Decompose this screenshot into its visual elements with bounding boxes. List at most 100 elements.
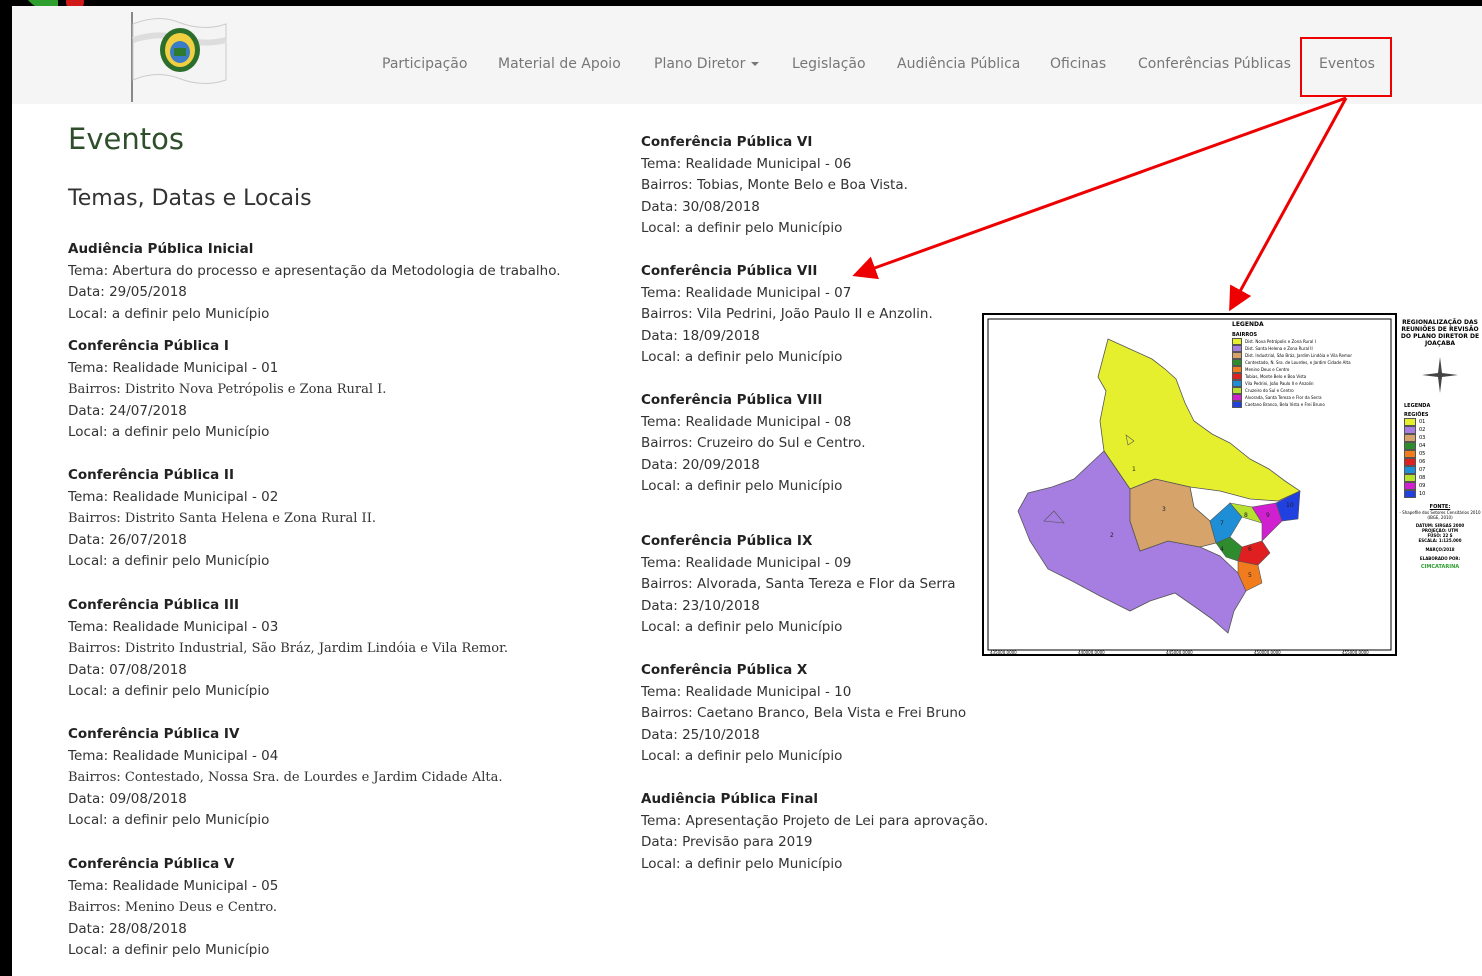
legend-label: Cruzeiro do Sul e Centro: [1245, 388, 1294, 393]
region-legend-row: 08: [1404, 474, 1482, 482]
map-region-label: 3: [1162, 506, 1166, 513]
region-legend-row: 04: [1404, 442, 1482, 450]
legend-swatch: [1232, 387, 1242, 394]
event-heading: Conferência Pública IX: [641, 533, 813, 549]
map-legend-row: Cruzeiro do Sul e Centro: [1232, 387, 1392, 394]
event-tema: Tema: Realidade Municipal - 04: [68, 747, 279, 764]
event-bairros: Bairros: Cruzeiro do Sul e Centro.: [641, 435, 866, 451]
event-local: Local: a definir pelo Município: [641, 748, 843, 764]
nav-audiencia-publica[interactable]: Audiência Pública: [897, 56, 1020, 72]
event-heading: Conferência Pública III: [68, 597, 239, 613]
legend-swatch: [1232, 338, 1242, 345]
compass-rose-icon: [1422, 357, 1458, 393]
event-bairros: Bairros: Caetano Branco, Bela Vista e Fr…: [641, 705, 967, 721]
event-conferencia-iv: Conferência Pública IV Tema: Realidade M…: [68, 724, 503, 832]
event-heading: Conferência Pública I: [68, 338, 229, 354]
event-local: Local: a definir pelo Município: [68, 812, 270, 828]
event-data: Data: 26/07/2018: [68, 531, 187, 548]
legend-swatch: [1232, 401, 1242, 408]
event-local: Local: a definir pelo Município: [68, 553, 270, 569]
region-swatch: [1404, 458, 1416, 466]
event-bairros: Bairros: Alvorada, Santa Tereza e Flor d…: [641, 576, 956, 592]
eventos-highlight-box: [1300, 37, 1392, 97]
map-x-ticks: 435000.0000 440000.0000 445000.0000 450000.…: [990, 650, 1390, 660]
event-conferencia-x: Conferência Pública X Tema: Realidade Mu…: [641, 660, 966, 768]
region-swatch: [1404, 490, 1416, 498]
map-region-label: 4: [1220, 546, 1224, 553]
event-heading: Conferência Pública X: [641, 662, 808, 678]
region-code: 06: [1419, 459, 1426, 465]
region-swatch: [1404, 434, 1416, 442]
event-heading: Conferência Pública VI: [641, 134, 813, 150]
event-conferencia-viii: Conferência Pública VIII Tema: Realidade…: [641, 390, 866, 498]
nav-participacao[interactable]: Participação: [382, 56, 467, 72]
map-legend-row: Menino Deus e Centro: [1232, 366, 1392, 373]
event-data: Data: 07/08/2018: [68, 661, 187, 678]
legend-swatch: [1232, 352, 1242, 359]
map-legend-row: Dist. Industrial, São Bráz, Jardim Lindó…: [1232, 352, 1392, 359]
map-x-tick: 440000.0000: [1078, 650, 1105, 655]
map-side-legend: LEGENDA REGIÕES 01 02 03 04 05 06 07 08 09 10: [1398, 403, 1482, 498]
event-conferencia-vii: Conferência Pública VII Tema: Realidade …: [641, 261, 933, 369]
municipal-flag-logo[interactable]: [118, 10, 230, 102]
region-legend-row: 03: [1404, 434, 1482, 442]
region-swatch: [1404, 418, 1416, 426]
event-conferencia-ii: Conferência Pública II Tema: Realidade M…: [68, 465, 376, 573]
event-tema: Tema: Realidade Municipal - 10: [641, 683, 852, 700]
nav-conferencias-publicas[interactable]: Conferências Públicas: [1138, 56, 1291, 72]
map-region-label: 2: [1110, 532, 1114, 539]
event-local: Local: a definir pelo Município: [641, 478, 843, 494]
event-tema: Tema: Realidade Municipal - 08: [641, 413, 852, 430]
event-data: Data: 25/10/2018: [641, 726, 760, 743]
map-legend-row: Contestado, N. Sra. de Lourdes, e Jardim…: [1232, 359, 1392, 366]
legend-swatch: [1232, 359, 1242, 366]
event-local: Local: a definir pelo Município: [68, 942, 270, 958]
region-code: 02: [1419, 427, 1426, 433]
event-tema: Tema: Realidade Municipal - 02: [68, 488, 279, 505]
nav-oficinas[interactable]: Oficinas: [1050, 56, 1106, 72]
legend-swatch: [1232, 380, 1242, 387]
event-local: Local: a definir pelo Município: [641, 349, 843, 365]
legend-swatch: [1232, 394, 1242, 401]
region-swatch: [1404, 442, 1416, 450]
page-title: Eventos: [68, 122, 184, 156]
event-heading: Audiência Pública Final: [641, 791, 818, 807]
map-datum-line: ESCALA: 1:125.000: [1418, 538, 1462, 543]
region-swatch: [1404, 474, 1416, 482]
event-tema: Tema: Realidade Municipal - 09: [641, 554, 852, 571]
map-region-label: 7: [1220, 520, 1224, 527]
event-bairros: Bairros: Tobias, Monte Belo e Boa Vista.: [641, 177, 908, 193]
map-legend-title: LEGENDA: [1232, 321, 1264, 328]
legend-label: Caetano Branco, Bela Vista e Frei Bruno: [1245, 402, 1325, 407]
region-legend-row: 05: [1404, 450, 1482, 458]
map-legend-row: Caetano Branco, Bela Vista e Frei Bruno: [1232, 401, 1392, 408]
nav-material-de-apoio[interactable]: Material de Apoio: [498, 56, 621, 72]
event-heading: Conferência Pública IV: [68, 726, 240, 742]
region-swatch: [1404, 482, 1416, 490]
nav-legislacao[interactable]: Legislação: [792, 56, 866, 72]
event-bairros: Bairros: Vila Pedrini, João Paulo II e A…: [641, 306, 933, 322]
event-data: Data: 23/10/2018: [641, 597, 760, 614]
region-legend-row: 09: [1404, 482, 1482, 490]
map-datum-lines: DATUM: SIRGAS 2000 PROJEÇÃO: UTM FUSO: 2…: [1398, 523, 1482, 543]
legend-label: Dist. Santa Helena e Zona Rural II: [1245, 346, 1313, 351]
event-bairros: Bairros: Contestado, Nossa Sra. de Lourd…: [68, 770, 503, 785]
event-heading: Conferência Pública V: [68, 856, 235, 872]
event-local: Local: a definir pelo Município: [641, 220, 843, 236]
event-bairros: Bairros: Distrito Nova Petrópolis e Zona…: [68, 382, 387, 397]
regional-map: 1 2 3 4 5 6 7 8 9 10 LEGENDA BAIRROS Dist. Nova P…: [980, 311, 1482, 663]
caret-down-icon: [751, 62, 760, 66]
map-region-label: 8: [1244, 512, 1248, 519]
map-region-label: 5: [1248, 572, 1252, 579]
event-local: Local: a definir pelo Município: [641, 619, 843, 635]
event-local: Local: a definir pelo Município: [68, 424, 270, 440]
region-swatch: [1404, 426, 1416, 434]
event-tema: Tema: Realidade Municipal - 07: [641, 284, 852, 301]
map-region-label: 6: [1248, 546, 1252, 553]
event-data: Data: 24/07/2018: [68, 402, 187, 419]
region-legend-row: 06: [1404, 458, 1482, 466]
map-side-legend-title: LEGENDA: [1404, 403, 1431, 409]
nav-plano-diretor-dropdown[interactable]: Plano Diretor: [654, 56, 760, 72]
map-side-panel: REGIONALIZAÇÃO DAS REUNIÕES DE REVISÃO D…: [1398, 319, 1482, 570]
event-conferencia-iii: Conferência Pública III Tema: Realidade …: [68, 595, 508, 703]
